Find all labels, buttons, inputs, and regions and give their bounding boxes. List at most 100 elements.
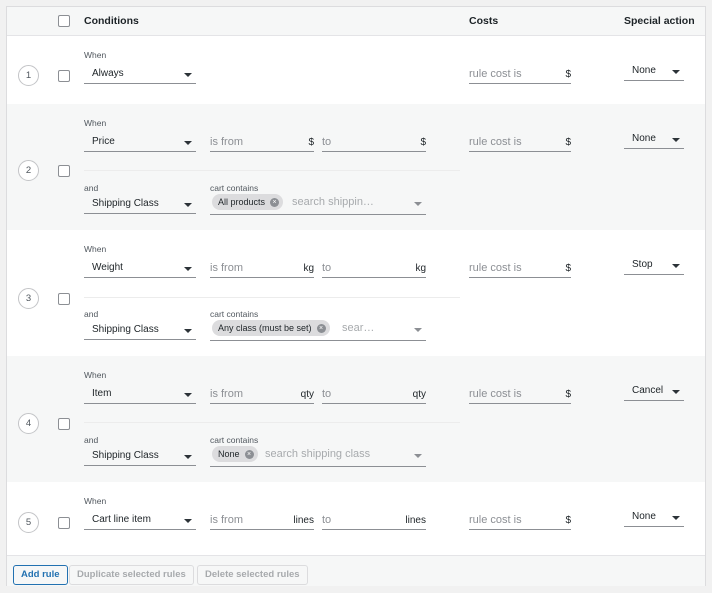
currency-unit: $ [565,263,571,274]
header-conditions: Conditions [84,15,139,27]
row-number: 4 [18,413,39,434]
row-checkbox[interactable] [58,517,70,529]
shipping-class-search[interactable]: search shipping class [265,448,370,460]
remove-chip-icon[interactable]: × [316,324,326,333]
from-input[interactable]: is from qty [210,385,314,404]
when-label: When [84,496,107,506]
table-footer: Add rule Duplicate selected rules Delete… [7,555,705,586]
when-label: When [84,50,107,60]
from-input[interactable]: is from kg [210,259,314,278]
to-unit: lines [405,515,426,526]
rule-cost-input[interactable]: rule cost is $ [469,511,571,530]
to-input[interactable]: to $ [322,133,426,152]
row-number: 3 [18,288,39,309]
chevron-down-icon [184,267,192,271]
condition-select[interactable]: Always [84,65,196,84]
table-header: Conditions Costs Special action [7,7,705,36]
when-label: When [84,244,107,254]
currency-unit: $ [565,389,571,400]
condition-select[interactable]: Weight [84,259,196,278]
shipping-class-search[interactable]: search shippin… [292,196,374,208]
and-condition-select[interactable]: Shipping Class [84,195,196,214]
currency-unit: $ [565,69,571,80]
chevron-down-icon [672,390,680,394]
rule-cost-input[interactable]: rule cost is $ [469,133,571,152]
row-checkbox[interactable] [58,165,70,177]
to-unit: kg [415,263,426,274]
when-label: When [84,370,107,380]
shipping-class-chip: All products × [212,194,284,210]
condition-select[interactable]: Item [84,385,196,404]
remove-chip-icon[interactable]: × [270,198,280,207]
from-unit: qty [300,389,314,400]
row-number: 5 [18,512,39,533]
to-unit: qty [412,389,426,400]
duplicate-rules-button[interactable]: Duplicate selected rules [69,565,194,585]
chevron-down-icon [414,202,422,206]
condition-select[interactable]: Price [84,133,196,152]
chevron-down-icon [414,454,422,458]
add-rule-button[interactable]: Add rule [13,565,68,585]
rule-row-1: 1 When Always rule cost is $ None [7,36,705,104]
to-input[interactable]: to lines [322,511,426,530]
currency-unit: $ [565,137,571,148]
condition-select[interactable]: Cart line item [84,511,196,530]
shipping-class-multiselect[interactable]: All products × search shippin… [210,192,426,215]
when-label: When [84,118,107,128]
special-action-select[interactable]: Cancel [624,382,684,401]
shipping-class-multiselect[interactable]: None × search shipping class [210,444,426,467]
rule-cost-input[interactable]: rule cost is $ [469,259,571,278]
chevron-down-icon [672,138,680,142]
shipping-class-chip: Any class (must be set) × [212,320,330,336]
row-checkbox[interactable] [58,70,70,82]
rule-cost-input[interactable]: rule cost is $ [469,385,571,404]
rule-row-2: 2 When Price is from $ to $ rule cost is… [7,104,705,230]
header-special-action: Special action [624,15,695,27]
chevron-down-icon [672,516,680,520]
from-unit: kg [303,263,314,274]
chevron-down-icon [184,393,192,397]
chevron-down-icon [184,519,192,523]
special-action-select[interactable]: None [624,62,684,81]
and-label: and [84,183,99,193]
rule-row-4: 4 When Item is from qty to qty rule cost… [7,356,705,482]
shipping-class-multiselect[interactable]: Any class (must be set) × sear… [210,318,426,341]
and-label: and [84,435,99,445]
to-unit: $ [420,137,426,148]
shipping-rules-table: Conditions Costs Special action 1 When A… [6,6,706,586]
to-input[interactable]: to qty [322,385,426,404]
row-number: 1 [18,65,39,86]
from-unit: lines [293,515,314,526]
rule-row-5: 5 When Cart line item is from lines to l… [7,482,705,555]
condition-divider [84,422,460,423]
currency-unit: $ [565,515,571,526]
special-action-select[interactable]: None [624,508,684,527]
chevron-down-icon [184,329,192,333]
remove-chip-icon[interactable]: × [244,450,254,459]
from-input[interactable]: is from $ [210,133,314,152]
to-input[interactable]: to kg [322,259,426,278]
condition-divider [84,170,460,171]
special-action-select[interactable]: Stop [624,256,684,275]
row-checkbox[interactable] [58,418,70,430]
condition-divider [84,297,460,298]
chevron-down-icon [414,328,422,332]
and-condition-select[interactable]: Shipping Class [84,321,196,340]
delete-rules-button[interactable]: Delete selected rules [197,565,308,585]
header-costs: Costs [469,15,499,27]
shipping-class-chip: None × [212,446,258,462]
chevron-down-icon [672,70,680,74]
and-label: and [84,309,99,319]
shipping-class-search[interactable]: sear… [342,322,374,334]
from-unit: $ [308,137,314,148]
row-number: 2 [18,160,39,181]
special-action-select[interactable]: None [624,130,684,149]
and-condition-select[interactable]: Shipping Class [84,447,196,466]
chevron-down-icon [184,203,192,207]
row-checkbox[interactable] [58,293,70,305]
chevron-down-icon [184,73,192,77]
select-all-checkbox[interactable] [58,15,70,27]
from-input[interactable]: is from lines [210,511,314,530]
chevron-down-icon [184,141,192,145]
rule-cost-input[interactable]: rule cost is $ [469,65,571,84]
